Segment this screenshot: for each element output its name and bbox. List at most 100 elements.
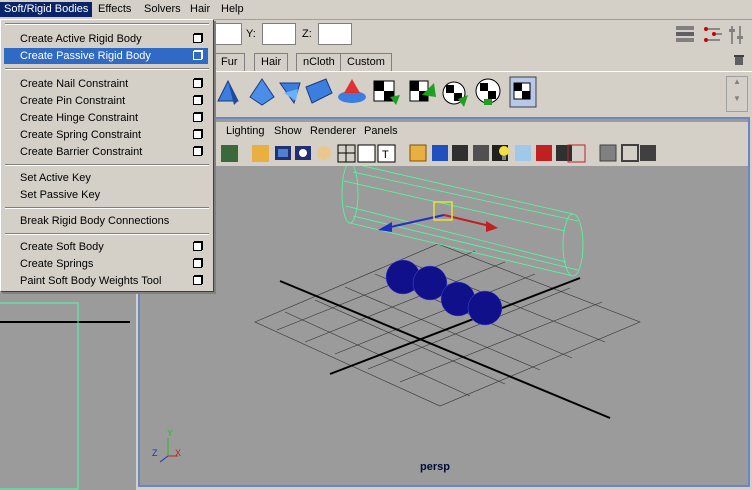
snapshot-icon[interactable]	[640, 145, 656, 161]
panel-menu-lighting[interactable]: Lighting	[226, 125, 265, 137]
option-box-icon[interactable]	[193, 51, 202, 60]
dynamics-icon-3[interactable]	[279, 82, 301, 105]
soft-rigid-bodies-menu: Create Active Rigid Body Create Passive …	[0, 19, 214, 292]
checker-icon-1[interactable]	[373, 80, 400, 105]
menu-item-break-rigid-body-connections[interactable]: Break Rigid Body Connections	[4, 213, 208, 229]
manipulator[interactable]	[378, 201, 498, 232]
shelf-tab-hair[interactable]: Hair	[254, 53, 289, 71]
layout-icons	[676, 26, 743, 44]
panel-menu-panels[interactable]: Panels	[364, 125, 398, 137]
perspective-viewport[interactable]: Y Z X	[140, 166, 748, 485]
xray-icon[interactable]	[473, 145, 489, 161]
panel-menubar: Lighting Show Renderer Panels	[140, 122, 748, 142]
option-box-icon[interactable]	[193, 130, 202, 139]
menu-hair[interactable]: Hair	[186, 2, 214, 17]
shelf-scroll[interactable]: ▲ ▼	[726, 76, 748, 112]
z-field[interactable]	[318, 23, 352, 45]
menu-item-set-passive-key[interactable]: Set Passive Key	[4, 187, 208, 203]
checker-icon-2[interactable]	[409, 80, 436, 102]
tool-settings-icon[interactable]	[729, 26, 743, 44]
menu-item-create-hinge-constraint[interactable]: Create Hinge Constraint	[4, 110, 208, 126]
channel-box-icon[interactable]	[676, 26, 694, 42]
ortho-icon[interactable]	[599, 144, 617, 162]
panel-menu-renderer[interactable]: Renderer	[310, 125, 356, 137]
option-box-icon[interactable]	[193, 96, 202, 105]
menu-item-create-passive-rigid-body[interactable]: Create Passive Rigid Body	[4, 48, 208, 64]
option-box-icon[interactable]	[193, 79, 202, 88]
menu-item-paint-soft-body-weights-tool[interactable]: Paint Soft Body Weights Tool	[4, 273, 208, 289]
y-field[interactable]	[262, 23, 296, 45]
menu-item-label: Create Hinge Constraint	[20, 112, 139, 124]
menu-item-create-active-rigid-body[interactable]: Create Active Rigid Body	[4, 31, 208, 47]
grid-icon[interactable]	[252, 145, 269, 162]
passive-rigid-cylinder[interactable]	[341, 166, 584, 277]
menu-item-create-barrier-constraint[interactable]: Create Barrier Constraint	[4, 144, 208, 160]
menu-item-label: Create Active Rigid Body	[20, 33, 142, 45]
axis-x-label: X	[175, 448, 182, 458]
menu-item-create-pin-constraint[interactable]: Create Pin Constraint	[4, 93, 208, 109]
menu-item-label: Set Passive Key	[20, 189, 101, 201]
option-box-icon[interactable]	[193, 259, 202, 268]
menu-item-create-soft-body[interactable]: Create Soft Body	[4, 239, 208, 255]
option-box-icon[interactable]	[193, 242, 202, 251]
trash-icon[interactable]	[732, 52, 746, 66]
option-box-icon[interactable]	[193, 147, 202, 156]
menu-item-label: Create Spring Constraint	[20, 129, 142, 141]
isolate-icon[interactable]	[515, 145, 531, 161]
panel-tool-icon[interactable]	[221, 145, 238, 162]
shelf-icons	[217, 76, 537, 108]
separator	[5, 207, 209, 209]
wireframe-icon[interactable]	[337, 144, 356, 163]
y-label: Y:	[246, 28, 256, 40]
film-gate-icon[interactable]	[275, 146, 291, 160]
hq-render-icon[interactable]	[536, 145, 552, 161]
separator	[5, 233, 209, 235]
dynamics-icon-1[interactable]	[217, 79, 239, 105]
z-label: Z:	[302, 28, 312, 40]
shelf-tab-ncloth[interactable]: nCloth	[296, 53, 342, 71]
dynamics-icon-2[interactable]	[249, 78, 275, 106]
texture-icon[interactable]: T	[377, 144, 396, 163]
menubar: Soft/Rigid Bodies Effects Solvers Hair H…	[0, 0, 752, 20]
menu-item-label: Create Pin Constraint	[20, 95, 126, 107]
shelf-tab-custom[interactable]: Custom	[340, 53, 392, 71]
menu-item-create-spring-constraint[interactable]: Create Spring Constraint	[4, 127, 208, 143]
frame-icon[interactable]	[621, 144, 639, 162]
soft-body-spheres[interactable]	[385, 259, 503, 326]
dynamics-icon-4[interactable]	[305, 78, 333, 104]
checker-icon-3[interactable]	[442, 81, 468, 107]
option-box-icon[interactable]	[193, 34, 202, 43]
shelf-tab-fur[interactable]: Fur	[214, 53, 245, 71]
camera-icon[interactable]	[556, 145, 572, 161]
view-name-label: persp	[420, 461, 450, 473]
checker-icon-5[interactable]	[509, 76, 537, 108]
image-plane-icon[interactable]	[357, 144, 376, 163]
menu-item-create-springs[interactable]: Create Springs	[4, 256, 208, 272]
ground-grid	[254, 243, 641, 419]
resolution-gate-icon[interactable]	[295, 146, 311, 160]
menu-item-label: Create Barrier Constraint	[20, 146, 143, 158]
menu-solvers[interactable]: Solvers	[140, 2, 185, 17]
scroll-down-icon[interactable]: ▼	[727, 94, 747, 103]
panel-menu-show[interactable]: Show	[274, 125, 302, 137]
svg-text:T: T	[382, 149, 389, 161]
separator	[5, 164, 209, 166]
menu-help[interactable]: Help	[217, 2, 248, 17]
menu-item-set-active-key[interactable]: Set Active Key	[4, 170, 208, 186]
option-box-icon[interactable]	[193, 276, 202, 285]
shaded-sphere-icon[interactable]	[317, 146, 331, 160]
flat-shade-icon[interactable]	[432, 145, 448, 161]
checker-icon-4[interactable]	[475, 78, 501, 105]
bounding-box-icon[interactable]	[452, 145, 468, 161]
dynamics-icon-5[interactable]	[338, 79, 366, 103]
menu-item-label: Break Rigid Body Connections	[20, 215, 170, 227]
smooth-shade-icon[interactable]	[409, 144, 427, 162]
menu-soft-rigid-bodies[interactable]: Soft/Rigid Bodies	[0, 2, 93, 17]
menu-item-label: Create Soft Body	[20, 241, 104, 253]
scroll-up-icon[interactable]: ▲	[727, 77, 747, 86]
menu-item-create-nail-constraint[interactable]: Create Nail Constraint	[4, 76, 208, 92]
option-box-icon[interactable]	[193, 113, 202, 122]
menu-effects[interactable]: Effects	[94, 2, 135, 17]
attribute-editor-icon[interactable]	[704, 27, 722, 42]
tear-off-separator[interactable]	[5, 23, 209, 25]
